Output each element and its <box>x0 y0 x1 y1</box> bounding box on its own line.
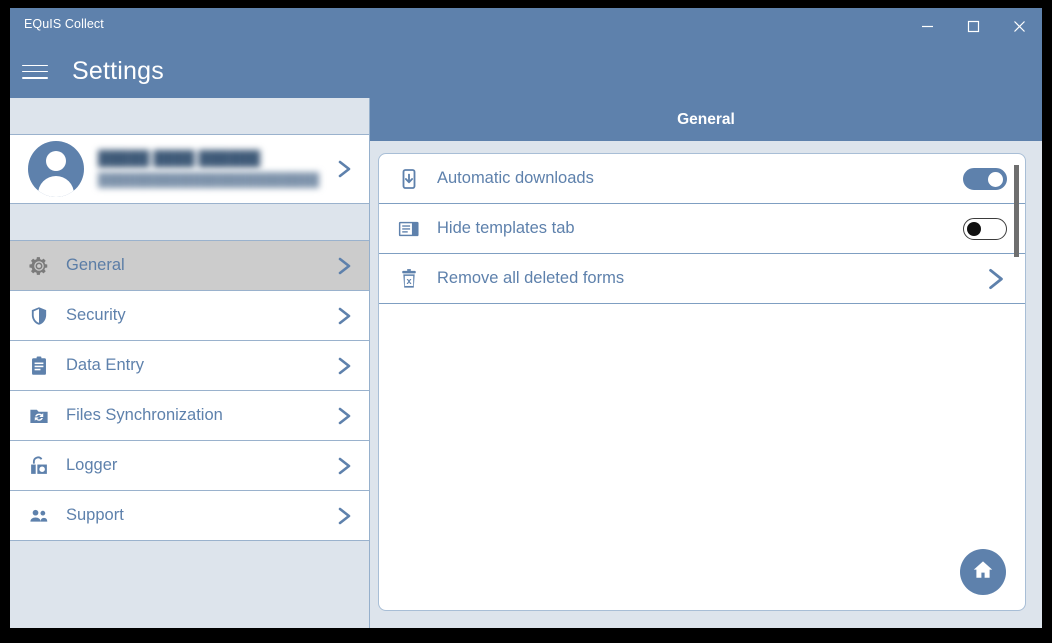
setting-label: Hide templates tab <box>437 219 575 237</box>
content-header-title: General <box>677 110 735 128</box>
sidebar-item-label: Data Entry <box>66 356 144 374</box>
sidebar-item-label: Files Synchronization <box>66 406 223 424</box>
profile-name: █████ ████ ██████ <box>98 151 261 167</box>
app-header-bar: Settings <box>10 45 1042 98</box>
device-download-icon <box>395 168 423 190</box>
sidebar-item-label: General <box>66 256 125 274</box>
sidebar-item-general[interactable]: General <box>10 241 369 291</box>
chevron-right-icon[interactable] <box>985 266 1007 292</box>
setting-label: Remove all deleted forms <box>437 269 625 287</box>
setting-label: Automatic downloads <box>437 169 594 187</box>
body-container: █████ ████ ██████ ██████████████████████… <box>10 98 1042 628</box>
page-title: Settings <box>72 57 164 85</box>
people-icon <box>24 505 54 527</box>
chevron-right-icon <box>335 404 355 428</box>
user-avatar-icon <box>28 141 84 197</box>
settings-sidebar: █████ ████ ██████ ██████████████████████… <box>10 98 370 628</box>
desktop-background: EQuIS Collect Settings █████ ████ ██████… <box>0 0 1052 643</box>
settings-nav-list: General Security Data Entry Files Synchr… <box>10 241 369 541</box>
settings-card: Automatic downloads Hide templates tab x… <box>378 153 1026 611</box>
setting-row-remove-all-deleted-forms[interactable]: x Remove all deleted forms <box>379 254 1025 304</box>
minimize-button[interactable] <box>904 8 950 45</box>
folder-sync-icon <box>24 405 54 427</box>
window-controls <box>904 8 1042 45</box>
chevron-right-icon <box>335 354 355 378</box>
sidebar-item-logger[interactable]: Logger <box>10 441 369 491</box>
setting-row-hide-templates-tab[interactable]: Hide templates tab <box>379 204 1025 254</box>
chevron-right-icon <box>335 504 355 528</box>
home-icon <box>971 558 995 587</box>
templates-panel-icon <box>395 218 423 240</box>
content-header: General <box>370 98 1042 141</box>
gear-icon <box>24 255 54 277</box>
chevron-right-icon <box>335 304 355 328</box>
sidebar-item-security[interactable]: Security <box>10 291 369 341</box>
settings-scrollbar-track[interactable] <box>1014 154 1022 610</box>
sidebar-item-label: Logger <box>66 456 118 474</box>
trash-x-icon: x <box>395 268 423 290</box>
setting-row-automatic-downloads[interactable]: Automatic downloads <box>379 154 1025 204</box>
content-pane: General Automatic downloads Hide templat… <box>370 98 1042 628</box>
chevron-right-icon <box>335 157 355 181</box>
logger-icon <box>24 455 54 477</box>
chevron-right-icon <box>335 454 355 478</box>
close-button[interactable] <box>996 8 1042 45</box>
settings-scrollbar-thumb[interactable] <box>1014 165 1019 257</box>
clipboard-icon <box>24 355 54 377</box>
content-body: Automatic downloads Hide templates tab x… <box>370 141 1042 628</box>
hide-templates-tab-toggle[interactable] <box>963 217 1007 240</box>
chevron-right-icon <box>335 254 355 278</box>
sidebar-item-files-synchronization[interactable]: Files Synchronization <box>10 391 369 441</box>
sidebar-item-label: Support <box>66 506 124 524</box>
sidebar-middle-spacer <box>10 204 369 241</box>
maximize-button[interactable] <box>950 8 996 45</box>
title-bar: EQuIS Collect <box>10 8 1042 45</box>
profile-email: ████████████████████████ <box>98 172 320 187</box>
home-button[interactable] <box>960 549 1006 595</box>
sidebar-top-spacer <box>10 98 369 134</box>
profile-text: █████ ████ ██████ ██████████████████████… <box>98 151 327 187</box>
application-window: EQuIS Collect Settings █████ ████ ██████… <box>10 8 1042 628</box>
app-title: EQuIS Collect <box>24 17 104 31</box>
hamburger-menu-icon[interactable] <box>20 61 50 83</box>
sidebar-item-label: Security <box>66 306 126 324</box>
shield-icon <box>24 305 54 327</box>
profile-card[interactable]: █████ ████ ██████ ██████████████████████… <box>10 134 369 204</box>
sidebar-item-data-entry[interactable]: Data Entry <box>10 341 369 391</box>
sidebar-item-support[interactable]: Support <box>10 491 369 541</box>
automatic-downloads-toggle[interactable] <box>963 167 1007 190</box>
